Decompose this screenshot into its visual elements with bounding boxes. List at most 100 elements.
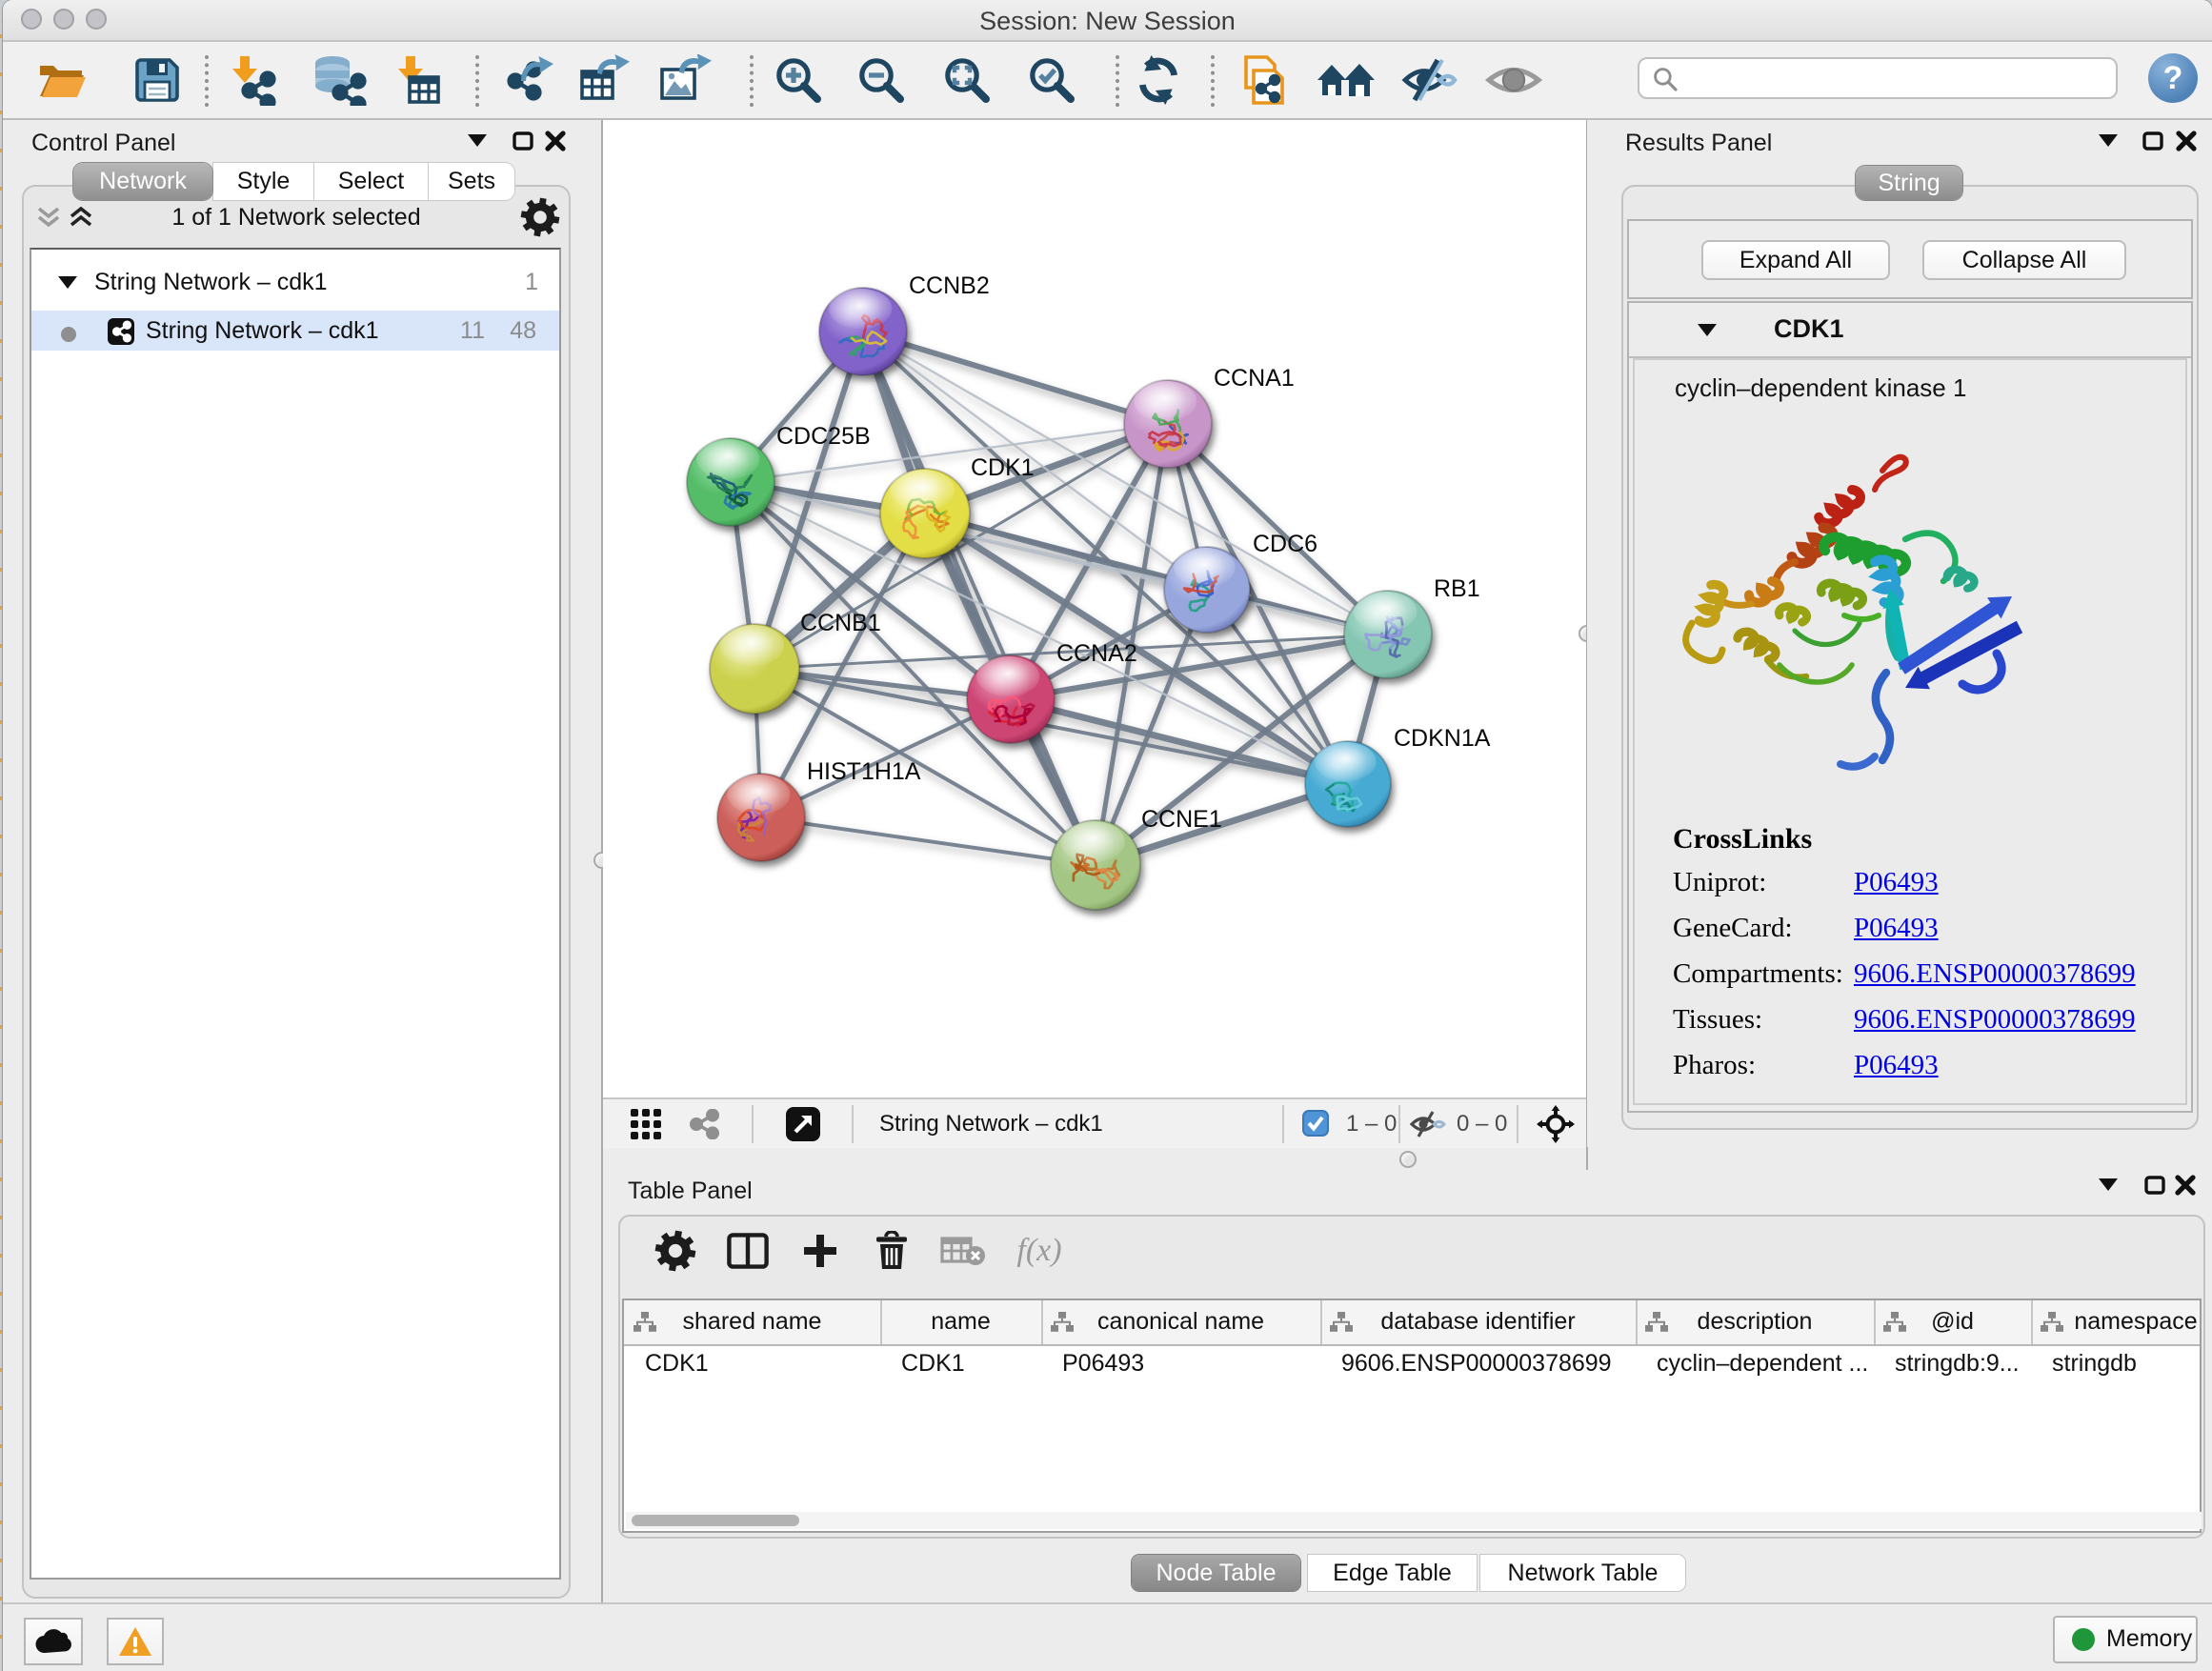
float-panel-icon[interactable] xyxy=(468,134,487,148)
network-row-selected[interactable]: String Network – cdk1 11 48 xyxy=(31,311,559,351)
home-button[interactable] xyxy=(1317,57,1378,103)
column-header-@id[interactable]: @id xyxy=(1874,1300,2033,1344)
crosslink-label: Pharos: xyxy=(1673,1050,1854,1081)
network-node-CCNB2[interactable] xyxy=(819,288,907,375)
splitter-handle-bottom[interactable] xyxy=(1399,1151,1417,1168)
expand-all-button[interactable]: Expand All xyxy=(1701,240,1890,280)
column-header-namespace[interactable]: namespace xyxy=(2031,1300,2212,1344)
warnings-button[interactable] xyxy=(107,1618,164,1665)
export-network-button[interactable] xyxy=(504,54,555,106)
tab-string[interactable]: String xyxy=(1856,166,1962,200)
help-button[interactable]: ? xyxy=(2148,53,2198,103)
float-panel-icon[interactable] xyxy=(2099,1178,2118,1192)
tab-sets[interactable]: Sets xyxy=(429,163,514,200)
column-header-description[interactable]: description xyxy=(1636,1300,1876,1344)
crosslink-link[interactable]: 9606.ENSP00000378699 xyxy=(1854,958,2136,989)
maximize-panel-icon[interactable] xyxy=(2144,1176,2165,1195)
collapse-arrow-icon[interactable] xyxy=(1698,324,1717,337)
import-network-database-button[interactable] xyxy=(312,54,367,106)
node-label-CCNE1: CCNE1 xyxy=(1141,806,1222,833)
zoom-selected-button[interactable] xyxy=(1026,54,1077,106)
tab-edge-table[interactable]: Edge Table xyxy=(1308,1555,1477,1591)
network-options-gear-icon[interactable] xyxy=(520,197,560,237)
refresh-button[interactable] xyxy=(1133,54,1184,106)
column-header-label: name xyxy=(880,1308,1041,1336)
network-node-CCNA1[interactable] xyxy=(1124,380,1212,468)
export-view-icon[interactable] xyxy=(786,1107,820,1141)
memory-button[interactable]: Memory xyxy=(2053,1616,2198,1663)
crosslink-link[interactable]: P06493 xyxy=(1854,913,1939,943)
node-label-CDK1: CDK1 xyxy=(971,454,1035,481)
table-columns-icon[interactable] xyxy=(727,1233,769,1269)
tab-network-table[interactable]: Network Table xyxy=(1480,1555,1685,1591)
network-collection-row[interactable]: String Network – cdk1 1 xyxy=(31,259,559,311)
network-node-CDK1[interactable] xyxy=(880,469,970,558)
maximize-panel-icon[interactable] xyxy=(2142,131,2163,151)
table-gear-icon[interactable] xyxy=(654,1230,696,1272)
network-node-CDC25B[interactable] xyxy=(687,438,774,526)
table-hscrollbar-thumb[interactable] xyxy=(632,1515,799,1526)
table-cell: stringdb:9... xyxy=(1895,1350,2025,1378)
maximize-panel-icon[interactable] xyxy=(513,131,533,151)
node-label-CDC6: CDC6 xyxy=(1253,531,1317,557)
show-all-button[interactable] xyxy=(1485,59,1542,101)
crosslink-link[interactable]: P06493 xyxy=(1854,1050,1939,1080)
function-builder-icon[interactable]: f(x) xyxy=(1016,1233,1061,1269)
clone-network-button[interactable] xyxy=(1238,53,1290,107)
column-header-shared-name[interactable]: shared name xyxy=(624,1300,882,1344)
network-view-canvas[interactable]: CCNB2CCNA1CDC25BCDK1CDC6RB1CCNB1CCNA2CDK… xyxy=(603,120,1586,1097)
column-header-canonical-name[interactable]: canonical name xyxy=(1041,1300,1322,1344)
network-node-CDC6[interactable] xyxy=(1164,547,1250,633)
birdseye-grid-icon[interactable] xyxy=(631,1109,661,1139)
add-column-icon[interactable] xyxy=(802,1233,838,1269)
float-panel-icon[interactable] xyxy=(2099,134,2118,148)
network-node-RB1[interactable] xyxy=(1344,591,1432,678)
open-session-button[interactable] xyxy=(36,56,88,104)
import-table-file-button[interactable] xyxy=(391,54,442,106)
column-header-name[interactable]: name xyxy=(880,1300,1043,1344)
zoom-in-button[interactable] xyxy=(773,54,824,106)
node-label-CDKN1A: CDKN1A xyxy=(1394,725,1491,752)
hide-selected-button[interactable] xyxy=(1401,55,1458,105)
delete-column-trash-icon[interactable] xyxy=(875,1231,909,1271)
collapse-all-button[interactable]: Collapse All xyxy=(1922,240,2126,280)
network-label: String Network – cdk1 xyxy=(146,317,379,345)
close-panel-icon[interactable] xyxy=(2176,131,2197,151)
crosslinks-section: CrossLinks Uniprot:P06493GeneCard:P06493… xyxy=(1673,823,2136,1096)
tab-network[interactable]: Network xyxy=(73,163,212,200)
tab-select[interactable]: Select xyxy=(314,163,428,200)
network-node-CDKN1A[interactable] xyxy=(1305,741,1391,827)
fit-selected-crosshair-icon[interactable] xyxy=(1537,1105,1575,1143)
delete-table-icon[interactable] xyxy=(940,1235,986,1267)
toolbar-separator xyxy=(1398,1105,1400,1143)
network-node-CCNA2[interactable] xyxy=(967,655,1055,743)
table-panel-title: Table Panel xyxy=(628,1178,753,1205)
close-panel-icon[interactable] xyxy=(2175,1175,2196,1196)
collapse-arrow-icon[interactable] xyxy=(58,276,77,290)
hidden-eye-icon[interactable] xyxy=(1410,1110,1446,1138)
search-input[interactable] xyxy=(1685,59,2112,97)
tab-node-table[interactable]: Node Table xyxy=(1132,1555,1300,1591)
cloud-button[interactable] xyxy=(24,1618,83,1665)
table-hscrollbar[interactable] xyxy=(626,1512,2202,1529)
current-network-dot-icon xyxy=(60,326,77,343)
network-node-CCNB1[interactable] xyxy=(710,624,799,714)
save-session-button[interactable] xyxy=(133,56,181,104)
network-node-CCNE1[interactable] xyxy=(1051,820,1140,910)
column-header-database-identifier[interactable]: database identifier xyxy=(1320,1300,1638,1344)
zoom-fit-button[interactable] xyxy=(941,54,993,106)
import-network-file-button[interactable] xyxy=(225,54,276,106)
crosslink-link[interactable]: 9606.ENSP00000378699 xyxy=(1854,1004,2136,1035)
zoom-out-button[interactable] xyxy=(855,54,907,106)
selected-checkbox-icon[interactable] xyxy=(1302,1110,1329,1137)
export-image-button[interactable] xyxy=(658,54,712,106)
table-row[interactable]: CDK1CDK1P064939606.ENSP00000378699cyclin… xyxy=(624,1344,2200,1384)
close-panel-icon[interactable] xyxy=(545,131,566,151)
network-share-icon[interactable] xyxy=(688,1109,720,1139)
crosslink-row: Pharos:P06493 xyxy=(1673,1050,2136,1096)
crosslink-link[interactable]: P06493 xyxy=(1854,867,1939,897)
gene-section-header[interactable]: CDK1 xyxy=(1629,303,2191,358)
network-node-HIST1H1A[interactable] xyxy=(717,774,805,861)
tab-style[interactable]: Style xyxy=(213,163,313,200)
export-table-button[interactable] xyxy=(578,54,632,106)
